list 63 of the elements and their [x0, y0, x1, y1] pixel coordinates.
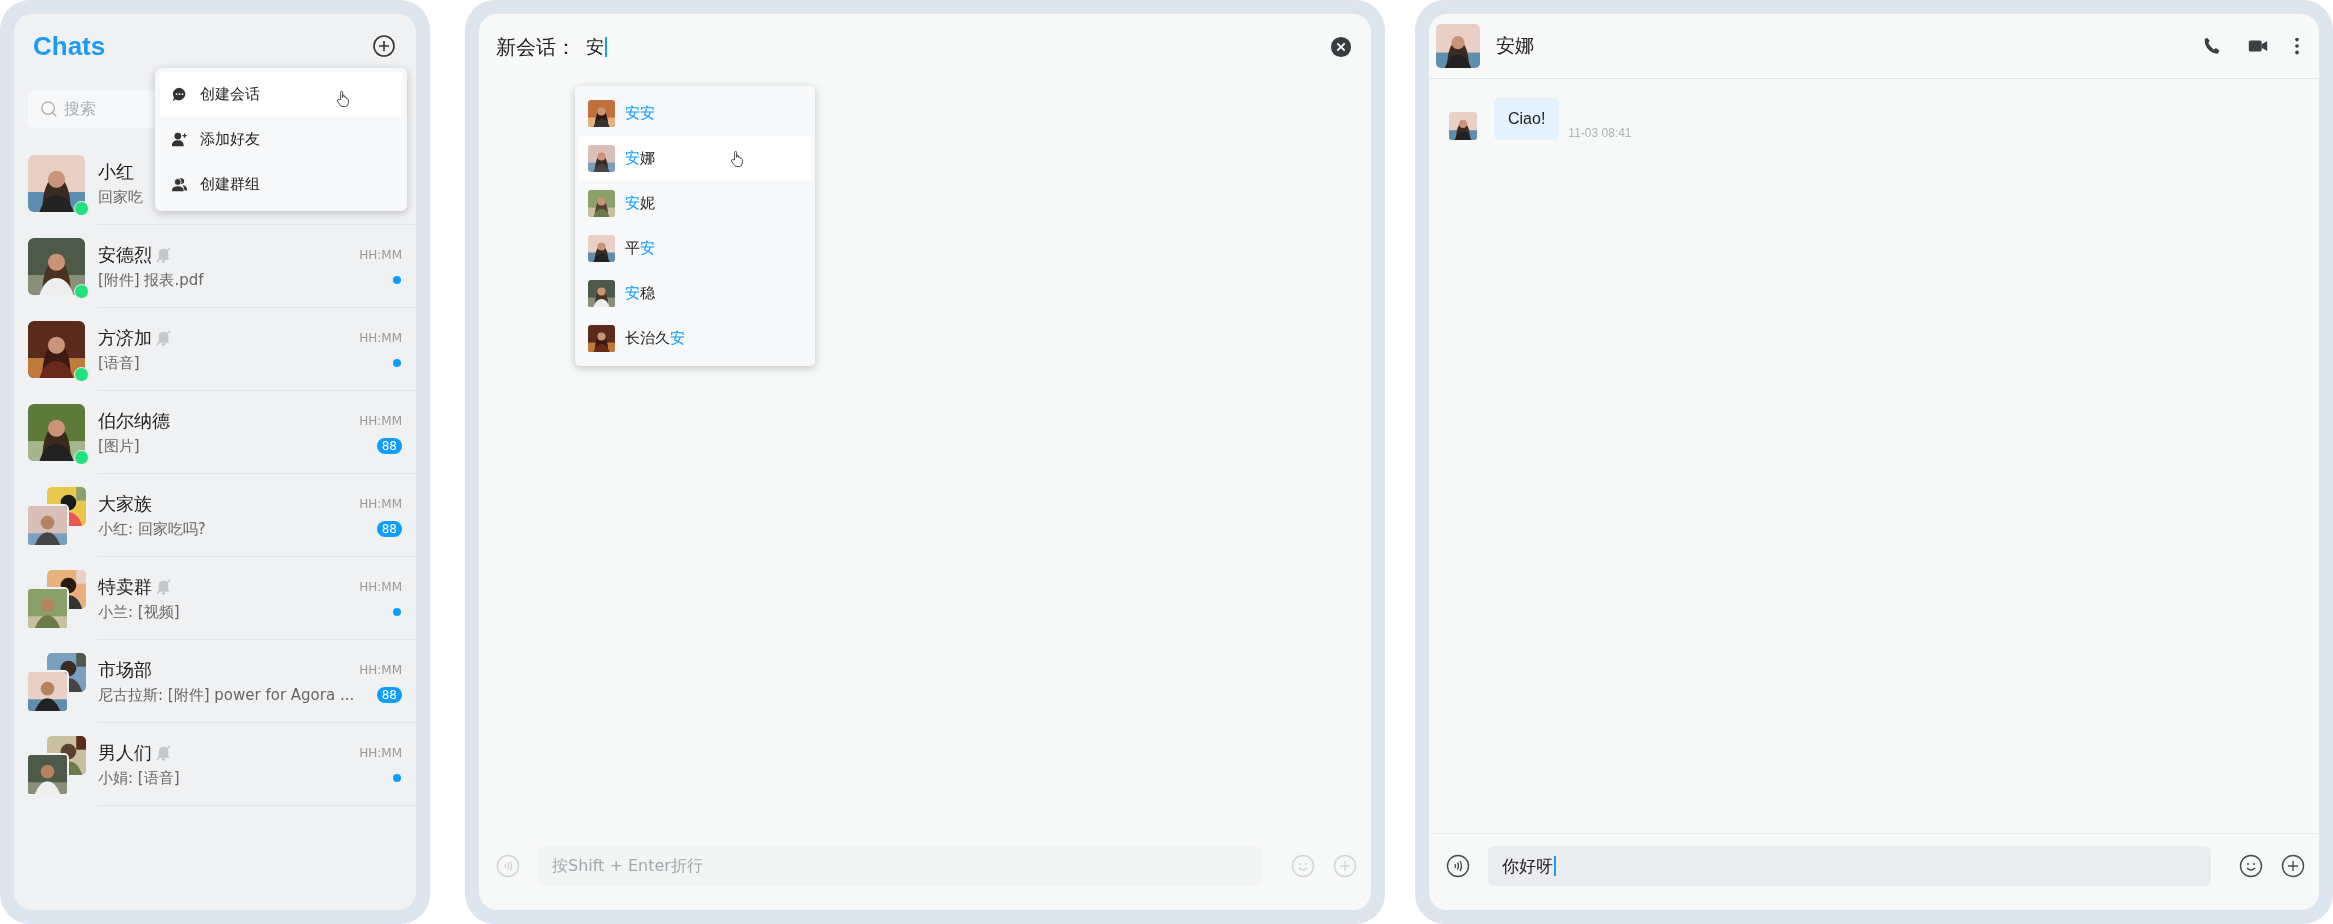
chat-time: HH:MM — [359, 247, 402, 262]
message-input[interactable]: 你好呀 — [1488, 846, 2211, 886]
contact-name: 长治久安 — [625, 329, 685, 348]
chat-time: HH:MM — [359, 745, 402, 760]
recipient-field[interactable]: 安 — [586, 35, 607, 59]
chat-name: 伯尔纳德 — [98, 408, 170, 433]
message-preview: [语音] — [98, 353, 140, 373]
chat-name: 男人们 — [98, 740, 152, 765]
message-preview: 小娟: [语音] — [98, 768, 180, 788]
hand-cursor-icon — [335, 90, 351, 108]
unread-count: 88 — [376, 438, 402, 454]
menu-item[interactable]: 创建会话 — [160, 72, 402, 117]
contact-name: 安娜 — [1496, 33, 1534, 58]
unread-dot — [393, 276, 401, 284]
suggestion-item[interactable]: 平安 — [579, 226, 811, 271]
add-icon[interactable] — [372, 34, 396, 58]
chat-time: HH:MM — [359, 330, 402, 345]
suggestion-item[interactable]: 安娜 — [579, 136, 811, 181]
voice-icon[interactable] — [1446, 854, 1470, 878]
chat-name: 大家族 — [98, 491, 152, 516]
chat-name: 特卖群 — [98, 574, 152, 599]
suggestion-item[interactable]: 长治久安 — [579, 316, 811, 361]
message-preview: 尼古拉斯: [附件] power for Agora ... — [98, 685, 355, 705]
menu-item[interactable]: 添加好友 — [160, 117, 402, 162]
message-preview: [图片] — [98, 436, 140, 456]
contact-name: 安娜 — [625, 149, 655, 168]
add-icon[interactable] — [2281, 854, 2305, 878]
unread-dot — [393, 774, 401, 782]
unread-dot — [393, 608, 401, 616]
chat-time: HH:MM — [359, 579, 402, 594]
unread-count: 88 — [376, 521, 402, 537]
chat-time: HH:MM — [359, 496, 402, 511]
contact-name: 安安 — [625, 104, 655, 123]
unread-dot — [393, 359, 401, 367]
message-bubble: Ciao! — [1494, 98, 1560, 140]
panel-title: Chats — [33, 30, 106, 62]
chat-name: 小红 — [98, 159, 134, 184]
suggestion-item[interactable]: 安妮 — [579, 181, 811, 226]
chat-name: 市场部 — [98, 657, 152, 682]
message-preview: [附件] 报表.pdf — [98, 270, 204, 290]
suggestion-item[interactable]: 安稳 — [579, 271, 811, 316]
message-preview: 小兰: [视频] — [98, 602, 180, 622]
contact-name: 平安 — [625, 239, 655, 258]
contact-name: 安妮 — [625, 194, 655, 213]
chat-name: 方济加 — [98, 325, 152, 350]
add-user-icon — [171, 131, 188, 148]
chat-time: HH:MM — [359, 662, 402, 677]
chat-time: HH:MM — [359, 413, 402, 428]
message-time: 11-03 08:41 — [1568, 126, 1632, 140]
chat-bubble-icon — [171, 86, 188, 103]
field-label: 新会话： — [496, 33, 576, 61]
chat-name: 安德烈 — [98, 242, 152, 267]
search-icon — [40, 100, 58, 118]
emoji-icon[interactable] — [2239, 854, 2263, 878]
close-icon[interactable] — [1330, 36, 1352, 58]
more-icon[interactable] — [2293, 35, 2301, 57]
message-preview: 小红: 回家吃吗? — [98, 519, 206, 539]
contact-name: 安稳 — [625, 284, 655, 303]
menu-item[interactable]: 创建群组 — [160, 162, 402, 207]
hand-cursor-icon — [729, 150, 745, 168]
unread-count: 88 — [376, 687, 402, 703]
group-icon — [171, 176, 188, 193]
message-preview: 回家吃 — [98, 187, 143, 207]
